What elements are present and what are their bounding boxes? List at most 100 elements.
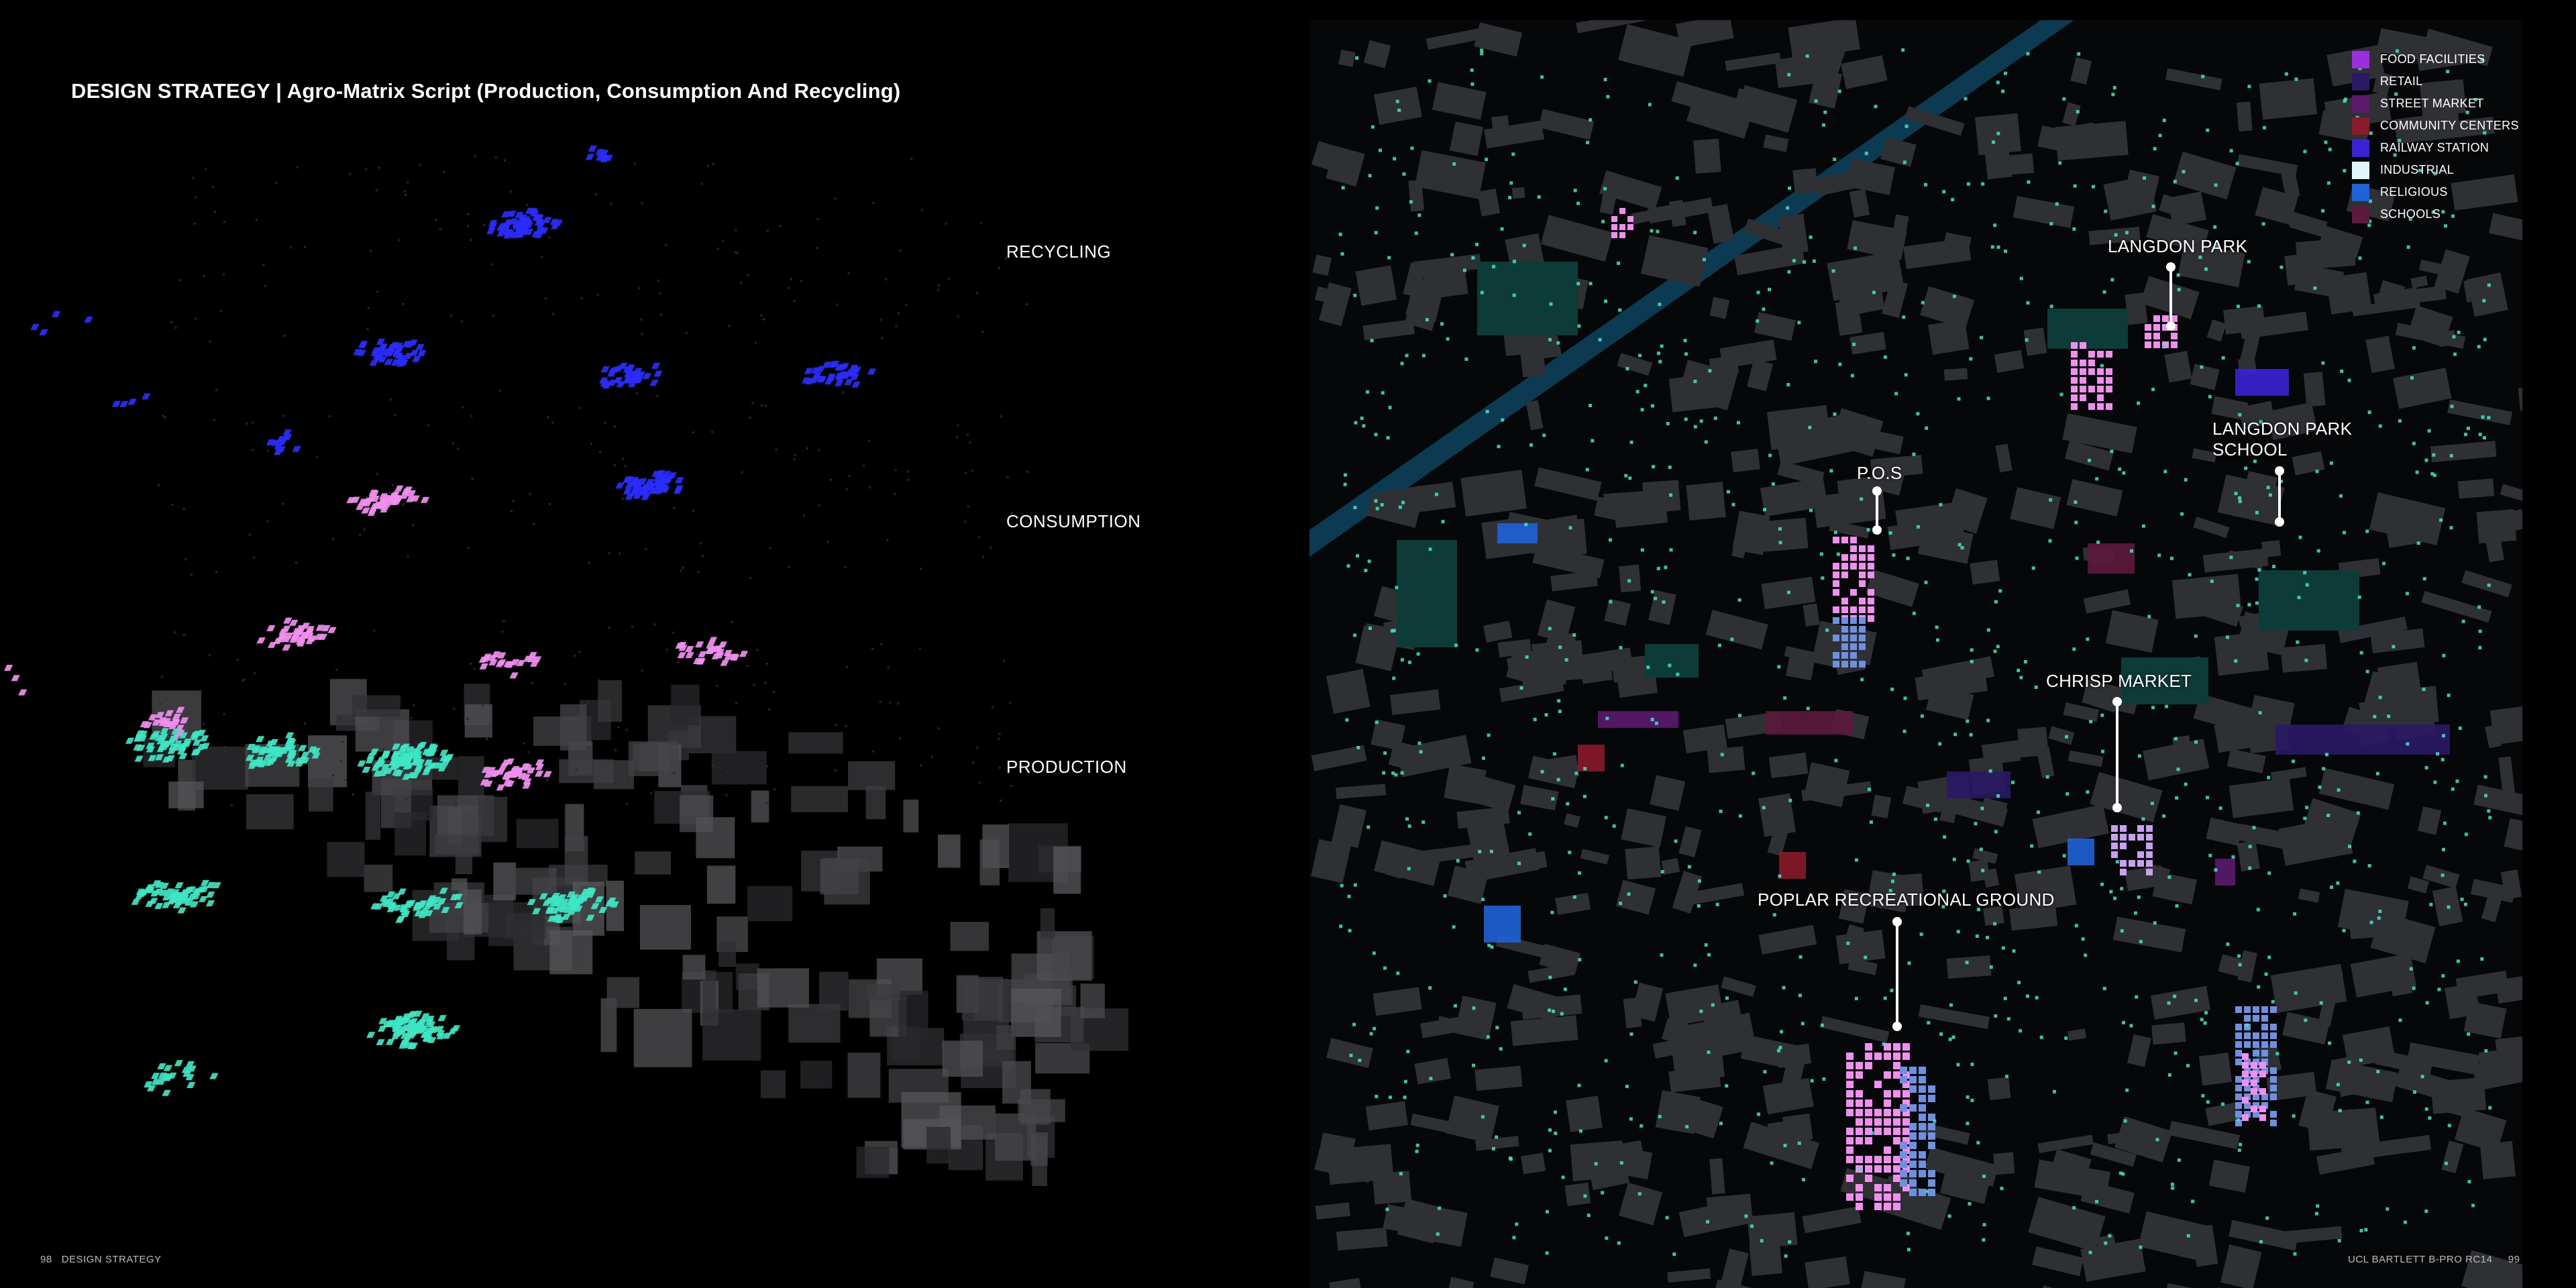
- building-block: [635, 851, 672, 875]
- consumption-grid-cell: [1874, 1165, 1882, 1173]
- production-marker: [1528, 832, 1532, 836]
- production-marker: [1589, 403, 1593, 407]
- consumption-unit: [535, 770, 544, 777]
- consumption-grid-cell: [2088, 368, 2095, 375]
- production-marker: [1833, 412, 1837, 416]
- production-marker: [2321, 361, 2325, 365]
- grid-dot: [208, 654, 211, 657]
- production-marker: [1902, 729, 1907, 733]
- map-building: [2307, 1108, 2379, 1151]
- production-marker: [2477, 345, 2481, 349]
- production-marker: [1603, 78, 1607, 82]
- production-marker: [1561, 1175, 1565, 1179]
- grid-dot: [373, 629, 376, 632]
- consumption-grid-cell: [2120, 860, 2127, 867]
- recycling-unit: [369, 360, 378, 366]
- production-marker: [2208, 394, 2212, 398]
- production-unit: [125, 737, 135, 744]
- grid-dot: [991, 706, 994, 708]
- production-marker: [2284, 72, 2288, 76]
- production-marker: [2031, 566, 2035, 570]
- grid-dot: [740, 282, 743, 284]
- grid-dot: [788, 566, 790, 568]
- production-marker: [2447, 1124, 2451, 1128]
- production-marker: [1693, 380, 1697, 384]
- production-marker: [1737, 598, 1741, 602]
- production-marker: [2451, 787, 2455, 791]
- grid-dot: [267, 449, 270, 452]
- consumption-grid-cell: [2097, 403, 2104, 410]
- grid-dot: [547, 416, 549, 419]
- production-marker: [1587, 1214, 1591, 1218]
- map-building: [1661, 858, 1680, 875]
- consumption-unit: [685, 652, 694, 659]
- production-marker: [2347, 1060, 2351, 1064]
- production-marker: [2129, 1024, 2133, 1028]
- production-marker: [2367, 411, 2371, 415]
- consumption-grid-cell: [1893, 1109, 1900, 1116]
- recycling-unit: [851, 381, 861, 388]
- production-marker: [2328, 1041, 2332, 1045]
- building-block: [788, 732, 843, 754]
- production-marker: [1464, 357, 1468, 361]
- production-marker: [1583, 1194, 1587, 1198]
- production-marker: [1407, 660, 1411, 664]
- production-marker: [1452, 925, 1456, 929]
- production-marker: [1550, 910, 1554, 914]
- grid-dot: [998, 733, 1001, 735]
- production-marker: [1568, 526, 1572, 530]
- recycling-layer: [30, 146, 877, 500]
- building-block: [559, 704, 587, 751]
- production-marker: [1981, 182, 1985, 186]
- grid-dot: [178, 279, 181, 282]
- grid-dot: [412, 524, 415, 527]
- production-marker: [2096, 540, 2100, 544]
- consumption-grid-cell: [1859, 598, 1866, 604]
- map-building: [2165, 68, 2222, 91]
- production-marker: [2100, 364, 2104, 368]
- legend-label: INDUSTRIAL: [2380, 163, 2455, 176]
- grid-dot: [897, 312, 900, 315]
- map-building: [1336, 1227, 1388, 1251]
- retail-grid-cell: [1919, 1170, 1926, 1177]
- production-marker: [2429, 902, 2433, 906]
- legend-item: RELIGIOUS: [2352, 181, 2519, 203]
- production-marker: [1353, 293, 1357, 297]
- map-building: [1580, 849, 1609, 865]
- production-marker: [1492, 265, 1496, 269]
- grid-dot: [339, 760, 342, 763]
- map-building: [1968, 859, 1990, 882]
- production-marker: [2147, 614, 2151, 619]
- production-marker: [2170, 1182, 2174, 1186]
- building-block: [516, 818, 559, 849]
- retail-grid-cell: [1900, 1179, 1907, 1187]
- map-building: [1758, 924, 1817, 955]
- grid-dot: [466, 717, 469, 720]
- grid-dot: [470, 239, 472, 241]
- production-marker: [1704, 943, 1708, 947]
- production-marker: [2432, 473, 2436, 477]
- recycling-unit: [651, 362, 661, 369]
- production-marker: [1415, 1143, 1419, 1147]
- production-marker: [1870, 1131, 1874, 1135]
- retail-grid-cell: [1919, 1132, 1926, 1140]
- production-marker: [2188, 573, 2192, 577]
- production-marker: [2293, 912, 2297, 916]
- consumption-grid-cell: [2120, 843, 2127, 849]
- production-marker: [1864, 152, 1868, 156]
- grid-dot: [410, 717, 413, 720]
- production-marker: [1548, 1148, 1552, 1152]
- consumption-grid-cell: [2071, 368, 2078, 375]
- grid-dot: [587, 701, 590, 704]
- retail-grid-cell: [2235, 1032, 2242, 1039]
- recycling-unit: [52, 311, 61, 317]
- consumption-grid-cell: [2088, 403, 2095, 410]
- production-unit: [163, 1065, 172, 1071]
- production-marker: [2455, 780, 2459, 784]
- production-marker: [1883, 996, 1887, 1000]
- production-marker: [1428, 547, 1432, 551]
- grid-dot: [641, 669, 643, 672]
- grid-dot: [920, 764, 922, 767]
- production-marker: [1381, 391, 1385, 395]
- production-marker: [1821, 576, 1825, 580]
